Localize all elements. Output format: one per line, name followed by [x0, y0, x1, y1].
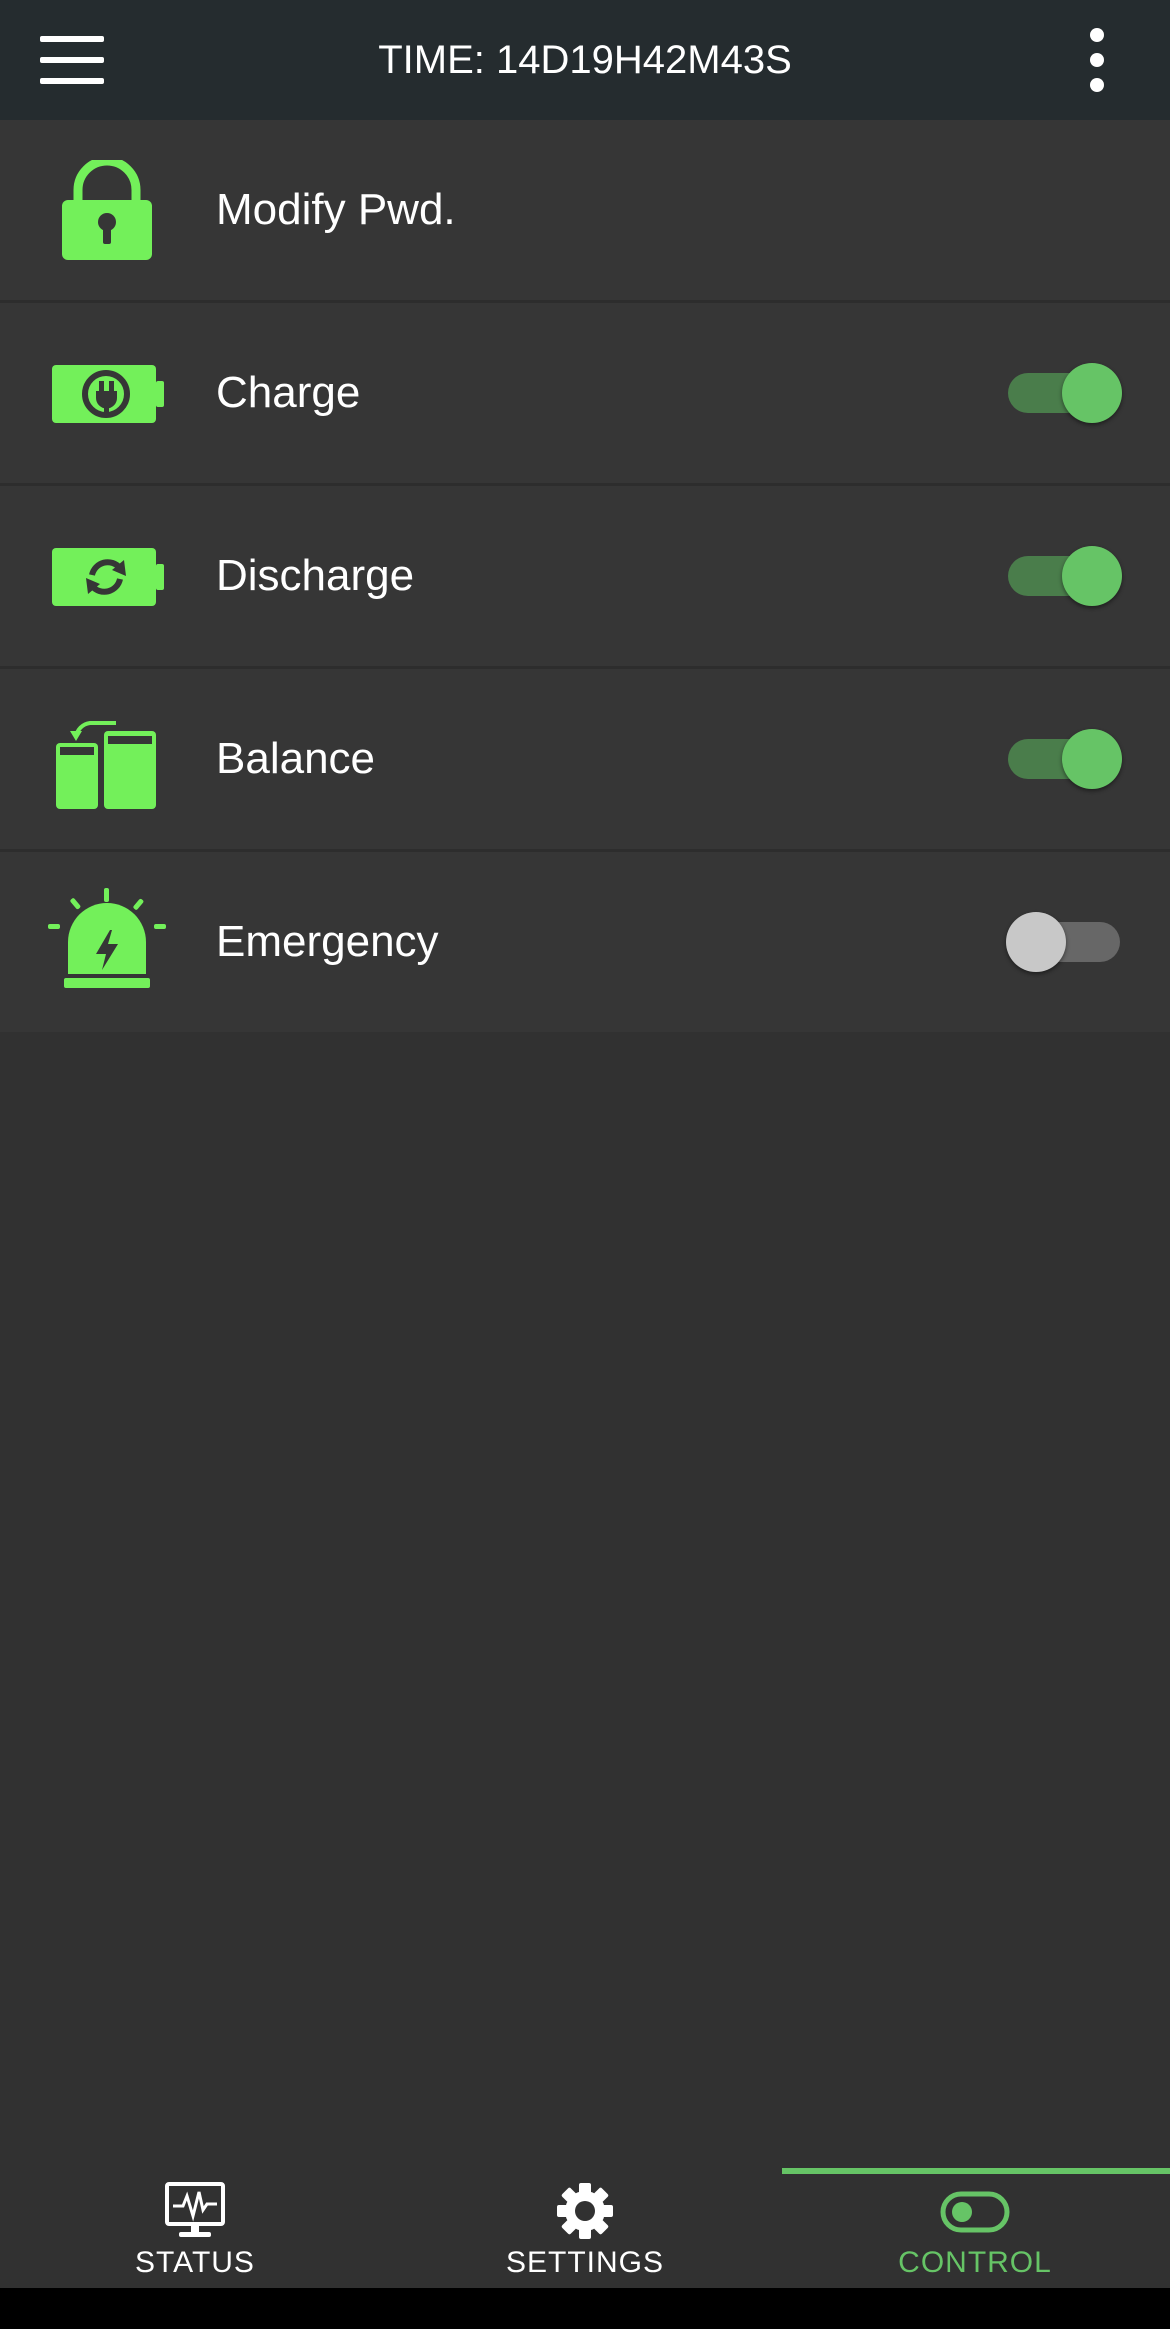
tab-label: STATUS — [135, 2246, 255, 2279]
bottom-navigation: STATUS SETTINGS CONTROL — [0, 2168, 1170, 2288]
cells-balance-icon — [40, 709, 174, 809]
switch-thumb — [1062, 546, 1122, 606]
tab-settings[interactable]: SETTINGS — [390, 2168, 780, 2288]
tab-control[interactable]: CONTROL — [780, 2168, 1170, 2288]
tab-label: CONTROL — [898, 2246, 1052, 2279]
emergency-switch[interactable] — [1006, 912, 1122, 972]
control-item-discharge: Discharge — [0, 486, 1170, 666]
charge-switch[interactable] — [1006, 363, 1122, 423]
switch-thumb — [1062, 363, 1122, 423]
discharge-switch[interactable] — [1006, 546, 1122, 606]
battery-cycle-icon — [40, 526, 174, 626]
row-label: Balance — [216, 734, 376, 783]
uptime-title: TIME: 14D19H42M43S — [378, 38, 792, 82]
siren-icon — [40, 888, 174, 992]
system-navigation-bar — [0, 2288, 1170, 2329]
gear-icon — [555, 2182, 615, 2240]
control-item-balance: Balance — [0, 669, 1170, 849]
top-app-bar: TIME: 14D19H42M43S — [0, 0, 1170, 120]
row-label: Charge — [216, 368, 361, 417]
switch-thumb — [1006, 912, 1066, 972]
control-item-emergency: Emergency — [0, 852, 1170, 1032]
battery-plug-icon — [40, 343, 174, 443]
toggle-icon — [940, 2182, 1010, 2240]
control-item-modify-password[interactable]: Modify Pwd. — [0, 120, 1170, 300]
balance-switch[interactable] — [1006, 729, 1122, 789]
control-screen: TIME: 14D19H42M43S Modify Pwd. Charge Di… — [0, 0, 1170, 2329]
monitor-pulse-icon — [165, 2182, 225, 2240]
row-label: Emergency — [216, 917, 439, 966]
more-vertical-icon[interactable] — [1080, 24, 1116, 96]
row-label: Modify Pwd. — [216, 185, 456, 234]
tab-status[interactable]: STATUS — [0, 2168, 390, 2288]
tab-label: SETTINGS — [505, 2246, 664, 2279]
lock-icon — [40, 156, 174, 260]
row-label: Discharge — [216, 551, 415, 600]
switch-thumb — [1062, 729, 1122, 789]
control-item-charge: Charge — [0, 303, 1170, 483]
